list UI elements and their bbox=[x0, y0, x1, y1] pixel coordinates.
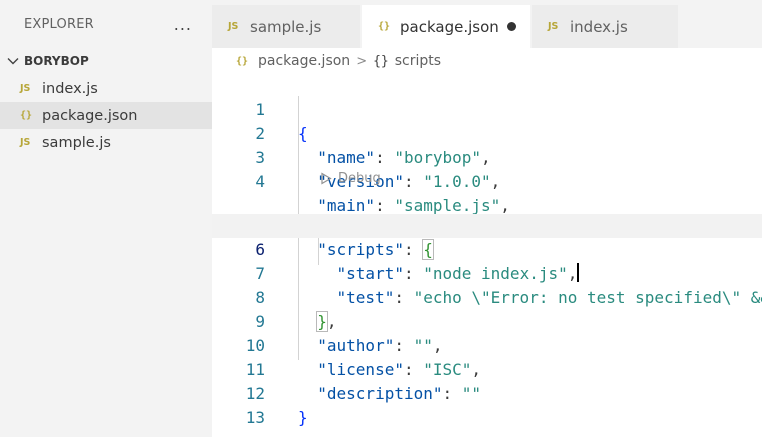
tab-label: sample.js bbox=[250, 17, 322, 36]
code-line: 8 }, bbox=[212, 262, 762, 332]
code-line: 13 bbox=[212, 382, 762, 427]
code-line: 3 "version": "1.0.0", bbox=[212, 122, 762, 191]
brace: } bbox=[298, 408, 308, 427]
file-item-index-js[interactable]: JS index.js bbox=[0, 75, 212, 102]
code-line: 12 } bbox=[212, 358, 762, 427]
json-value: "1.0.0" bbox=[423, 172, 491, 191]
explorer-sidebar: EXPLORER ... BORYBOP JS index.js {} pack… bbox=[0, 0, 212, 437]
unsaved-dot-icon[interactable] bbox=[507, 22, 516, 31]
play-icon bbox=[321, 171, 332, 185]
js-file-icon: JS bbox=[228, 21, 239, 32]
explorer-header: EXPLORER ... bbox=[0, 0, 212, 48]
explorer-title: EXPLORER bbox=[24, 16, 94, 32]
js-file-icon: JS bbox=[20, 137, 31, 148]
json-file-icon: {} bbox=[236, 55, 249, 67]
folder-name: BORYBOP bbox=[24, 54, 89, 68]
code-line: 5 "scripts": { bbox=[212, 190, 762, 260]
json-file-icon: {} bbox=[378, 21, 391, 32]
file-name: package.json bbox=[42, 107, 138, 124]
file-item-package-json[interactable]: {} package.json bbox=[0, 102, 212, 129]
tab-label: index.js bbox=[570, 17, 628, 36]
breadcrumb-symbol[interactable]: scripts bbox=[395, 53, 441, 69]
tab-sample-js[interactable]: JS sample.js bbox=[212, 5, 360, 48]
js-file-icon: JS bbox=[548, 21, 559, 32]
tab-bar: JS sample.js {} package.json JS index.js bbox=[212, 0, 762, 48]
debug-codelens[interactable]: Debug bbox=[320, 169, 381, 187]
chevron-down-icon bbox=[7, 58, 19, 65]
code-line: 9 "author": "", bbox=[212, 286, 762, 355]
tab-index-js[interactable]: JS index.js bbox=[532, 5, 678, 48]
code-line: 4 "main": "sample.js", bbox=[212, 146, 762, 215]
file-name: index.js bbox=[42, 80, 98, 97]
code-line: 11 "description": "" bbox=[212, 334, 762, 403]
tab-package-json[interactable]: {} package.json bbox=[362, 5, 530, 48]
line-number: 13 bbox=[245, 408, 265, 427]
json-file-icon: {} bbox=[20, 110, 33, 121]
js-file-icon: JS bbox=[20, 83, 31, 94]
tab-label: package.json bbox=[400, 17, 499, 36]
file-name: sample.js bbox=[42, 134, 111, 151]
breadcrumb-separator: > bbox=[356, 53, 368, 69]
code-line: 1 { bbox=[212, 74, 762, 143]
code-line: 7 "test": "echo \"Error: no test specifi… bbox=[212, 238, 762, 307]
breadcrumb: {} package.json > {} scripts bbox=[236, 50, 441, 72]
breadcrumb-file[interactable]: package.json bbox=[258, 53, 350, 69]
more-actions-icon[interactable]: ... bbox=[174, 15, 192, 34]
braces-icon: {} bbox=[373, 53, 389, 69]
code-line: 2 "name": "borybop", bbox=[212, 98, 762, 167]
folder-borybop[interactable]: BORYBOP bbox=[0, 49, 212, 73]
codelens-label: Debug bbox=[338, 170, 381, 186]
code-line: 10 "license": "ISC", bbox=[212, 310, 762, 379]
code-editor[interactable]: 1 { 2 "name": "borybop", 3 "version": "1… bbox=[212, 72, 762, 437]
file-item-sample-js[interactable]: JS sample.js bbox=[0, 129, 212, 156]
code-line-current: 6 "start": "node index.js", bbox=[212, 214, 762, 283]
